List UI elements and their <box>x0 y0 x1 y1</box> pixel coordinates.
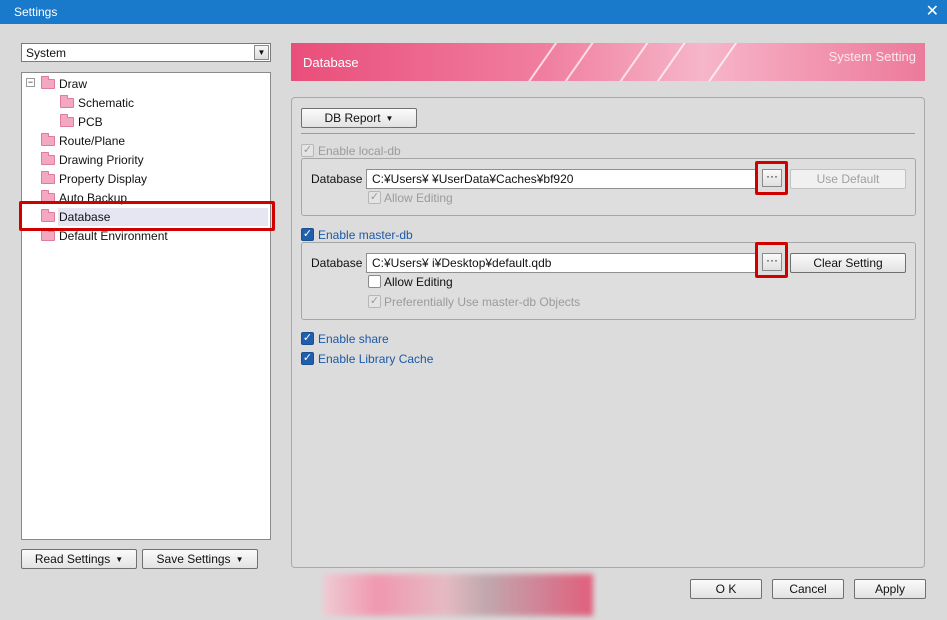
master-allow-editing-label: Allow Editing <box>384 275 453 289</box>
tree-item-draw[interactable]: Draw <box>41 75 87 93</box>
banner-decoration <box>648 43 696 81</box>
title-bar: Settings ✕ <box>0 0 947 24</box>
close-icon[interactable]: ✕ <box>926 2 939 22</box>
save-settings-label: Save Settings <box>156 552 231 566</box>
banner-decoration <box>558 43 606 81</box>
folder-icon <box>60 114 74 127</box>
clear-setting-button[interactable]: Clear Setting <box>790 253 906 273</box>
tree-item-label: Schematic <box>78 96 135 110</box>
banner-title: Database <box>303 55 359 70</box>
banner-decoration <box>698 43 746 81</box>
banner-decoration <box>518 43 566 81</box>
local-db-path-field[interactable]: C:¥Users¥ ¥UserData¥Caches¥bf920 <box>366 169 758 189</box>
category-combo-value: System <box>26 46 67 60</box>
tree-item-schematic[interactable]: Schematic <box>60 94 134 112</box>
tree-item-label: Property Display <box>59 172 148 186</box>
enable-local-db-checkbox[interactable]: ✓ <box>301 144 314 157</box>
read-settings-button[interactable]: Read Settings ▼ <box>21 549 137 569</box>
section-banner: Database System Setting <box>291 43 925 81</box>
use-default-button[interactable]: Use Default <box>790 169 906 189</box>
folder-icon <box>41 152 55 165</box>
settings-tree: − Draw Schematic PCB Route/Plane Drawing… <box>21 72 271 540</box>
highlight-box-database <box>19 201 275 231</box>
highlight-box-local-browse <box>755 161 788 195</box>
tree-item-property-display[interactable]: Property Display <box>41 170 147 188</box>
caret-down-icon: ▼ <box>385 114 394 123</box>
tree-item-drawing-priority[interactable]: Drawing Priority <box>41 151 144 169</box>
category-combo[interactable]: System ▼ <box>21 43 271 62</box>
pref-master-db-checkbox[interactable]: ✓ <box>368 295 381 308</box>
tree-item-label: PCB <box>78 115 103 129</box>
tree-item-route-plane[interactable]: Route/Plane <box>41 132 125 150</box>
banner-decoration <box>608 43 656 81</box>
enable-share-label: Enable share <box>318 332 389 346</box>
tree-item-pcb[interactable]: PCB <box>60 113 103 131</box>
folder-icon <box>41 133 55 146</box>
divider <box>301 133 915 134</box>
master-db-label: Database <box>311 256 363 270</box>
caret-down-icon: ▼ <box>115 555 124 564</box>
folder-icon <box>41 76 55 89</box>
apply-button[interactable]: Apply <box>854 579 926 599</box>
enable-library-cache-label: Enable Library Cache <box>318 352 434 366</box>
tree-item-label: Drawing Priority <box>59 153 144 167</box>
collapse-icon[interactable]: − <box>26 78 35 87</box>
enable-master-db-label: Enable master-db <box>318 228 413 242</box>
enable-library-cache-checkbox[interactable]: ✓ <box>301 352 314 365</box>
cancel-button[interactable]: Cancel <box>772 579 844 599</box>
folder-icon <box>41 171 55 184</box>
chevron-down-icon[interactable]: ▼ <box>254 45 269 60</box>
folder-icon <box>60 95 74 108</box>
db-report-button[interactable]: DB Report ▼ <box>301 108 417 128</box>
local-allow-editing-checkbox[interactable]: ✓ <box>368 191 381 204</box>
local-allow-editing-label: Allow Editing <box>384 191 453 205</box>
caret-down-icon: ▼ <box>235 555 244 564</box>
enable-master-db-checkbox[interactable]: ✓ <box>301 228 314 241</box>
folder-icon <box>41 228 55 241</box>
master-allow-editing-checkbox[interactable] <box>368 275 381 288</box>
tree-item-label: Route/Plane <box>59 134 126 148</box>
tree-item-label: Default Environment <box>59 229 168 243</box>
enable-local-db-label: Enable local-db <box>318 144 401 158</box>
banner-subtitle: System Setting <box>828 49 916 64</box>
settings-window: Settings ✕ System ▼ − Draw Schematic PCB… <box>0 0 947 620</box>
db-report-label: DB Report <box>324 111 381 125</box>
read-settings-label: Read Settings <box>34 552 111 566</box>
ok-button[interactable]: O K <box>690 579 762 599</box>
save-settings-button[interactable]: Save Settings ▼ <box>142 549 258 569</box>
enable-share-checkbox[interactable]: ✓ <box>301 332 314 345</box>
pref-master-db-label: Preferentially Use master-db Objects <box>384 295 581 309</box>
highlight-box-master-browse <box>755 242 788 278</box>
product-logo <box>323 574 593 616</box>
local-db-label: Database <box>311 172 363 186</box>
window-title: Settings <box>14 5 58 19</box>
master-db-path-field[interactable]: C:¥Users¥ i¥Desktop¥default.qdb <box>366 253 758 273</box>
tree-item-label: Draw <box>59 77 88 91</box>
